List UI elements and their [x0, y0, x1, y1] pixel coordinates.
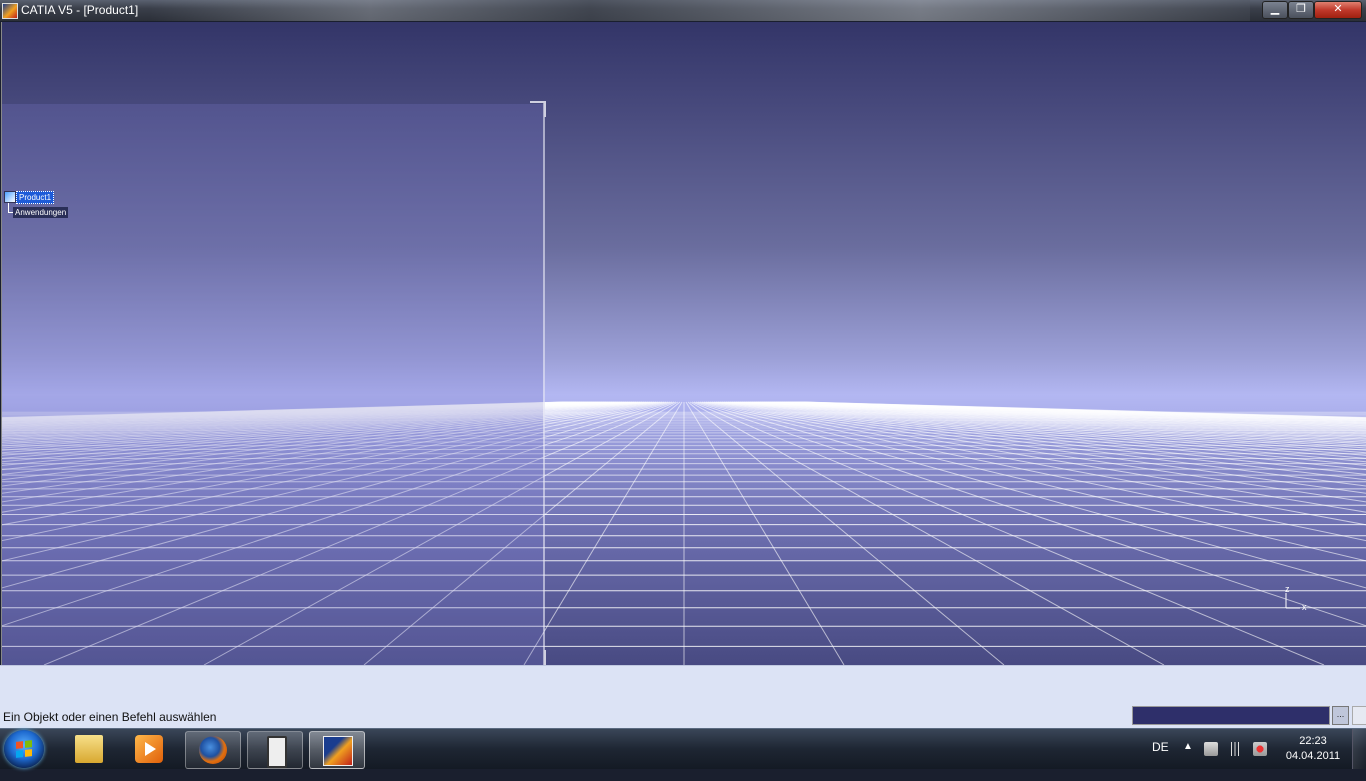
taskbar-phone[interactable]	[247, 731, 303, 769]
tree-node-product1-label[interactable]: Product1	[16, 191, 55, 204]
title-bar-background	[150, 0, 1250, 21]
start-button[interactable]	[4, 730, 44, 768]
clock[interactable]: 22:23 04.04.2011	[1280, 734, 1346, 764]
title-bar: CATIA V5 - [Product1] ▁ ❐ ✕	[0, 0, 1366, 21]
volume-muted-icon[interactable]	[1253, 742, 1267, 756]
clock-time: 22:23	[1299, 735, 1327, 747]
maximize-button[interactable]: ❐	[1288, 1, 1314, 19]
tree-frame	[530, 101, 546, 665]
network-icon[interactable]	[1204, 742, 1218, 756]
status-message: Ein Objekt oder einen Befehl auswählen	[3, 710, 217, 724]
phone-icon	[267, 736, 287, 768]
close-button[interactable]: ✕	[1314, 1, 1362, 19]
power-input-icon[interactable]	[1352, 706, 1366, 725]
axis-z-label: z	[1285, 585, 1290, 594]
show-hidden-icons-button[interactable]: ▲	[1183, 741, 1193, 781]
language-indicator[interactable]: DE	[1152, 740, 1169, 780]
windows-logo-icon	[16, 740, 32, 758]
taskbar-catia[interactable]	[309, 731, 365, 769]
taskbar-media-player[interactable]	[122, 731, 176, 767]
folder-icon	[75, 735, 103, 763]
tree-node-anwendungen[interactable]: Anwendungen	[13, 207, 69, 218]
axis-x-label: x	[1302, 602, 1307, 612]
product-icon	[4, 191, 16, 203]
taskbar: DE ▲ 22:23 04.04.2011	[0, 728, 1366, 769]
show-desktop-button[interactable]	[1352, 729, 1366, 769]
taskbar-firefox[interactable]	[185, 731, 241, 769]
taskbar-explorer[interactable]	[62, 731, 116, 767]
catia-app-icon[interactable]	[2, 3, 18, 19]
window-title: CATIA V5 - [Product1]	[21, 3, 139, 17]
firefox-icon	[199, 736, 227, 764]
status-area: Ein Objekt oder einen Befehl auswählen .…	[0, 665, 1366, 729]
clock-date: 04.04.2011	[1285, 750, 1341, 762]
3d-viewport[interactable]: Product1 Anwendungen z x	[1, 22, 1366, 665]
signal-strength-icon[interactable]	[1228, 742, 1242, 756]
tree-frame-corner	[530, 101, 546, 117]
catia-icon	[323, 736, 353, 766]
media-player-icon	[135, 735, 163, 763]
power-input-field[interactable]	[1132, 706, 1330, 725]
axis-compass[interactable]: z x	[1282, 585, 1312, 615]
power-input-button[interactable]: ...	[1332, 706, 1349, 725]
minimize-button[interactable]: ▁	[1262, 1, 1288, 19]
